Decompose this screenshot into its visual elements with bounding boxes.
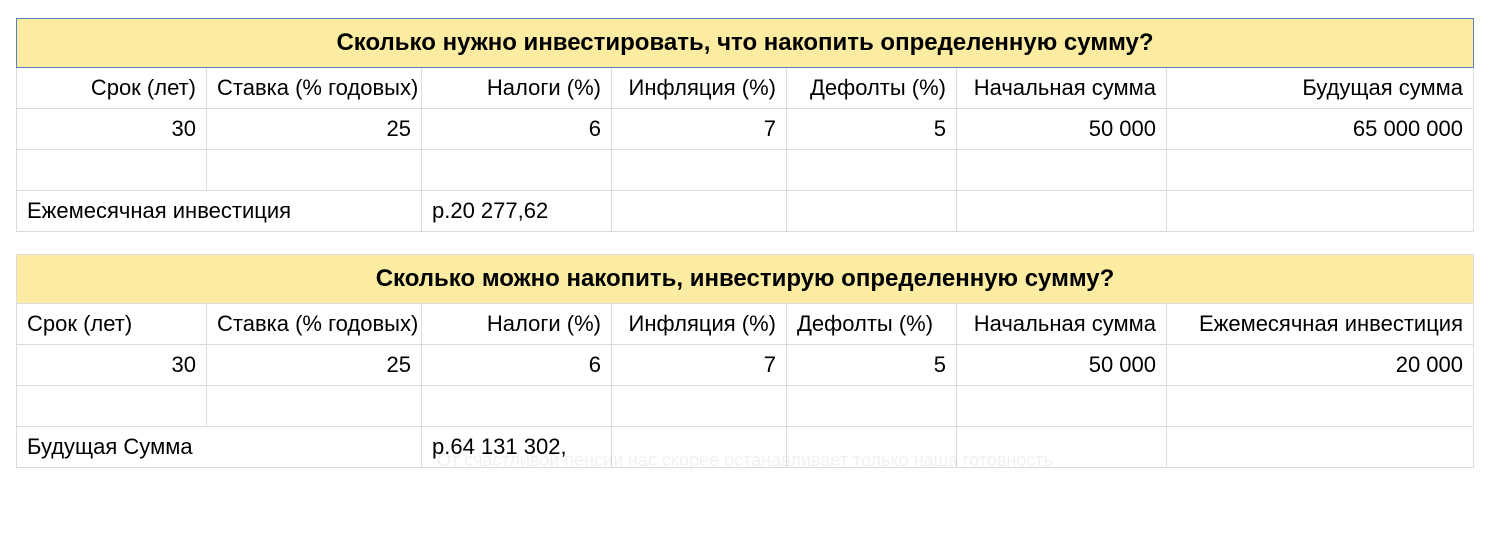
- empty-cell[interactable]: [17, 150, 207, 191]
- table-row: Ежемесячная инвестиция р.20 277,62: [17, 191, 1474, 232]
- spreadsheet-area: Сколько нужно инвестировать, что накопит…: [0, 0, 1490, 481]
- value-tax[interactable]: 6: [422, 109, 612, 150]
- header-initial: Начальная сумма: [957, 68, 1167, 109]
- empty-cell[interactable]: [1167, 427, 1474, 468]
- header-inflation: Инфляция (%): [612, 68, 787, 109]
- value-inflation[interactable]: 7: [612, 109, 787, 150]
- result-label: Будущая Сумма: [17, 427, 422, 468]
- header-term: Срок (лет): [17, 304, 207, 345]
- header-inflation: Инфляция (%): [612, 304, 787, 345]
- header-monthly: Ежемесячная инвестиция: [1167, 304, 1474, 345]
- empty-cell[interactable]: [957, 191, 1167, 232]
- empty-cell[interactable]: [787, 150, 957, 191]
- table-row: Будущая Сумма р.64 131 302,: [17, 427, 1474, 468]
- table-row: [17, 150, 1474, 191]
- empty-cell[interactable]: [422, 150, 612, 191]
- empty-cell[interactable]: [612, 427, 787, 468]
- table-accumulate: Сколько можно накопить, инвестирую опред…: [16, 254, 1474, 468]
- header-tax: Налоги (%): [422, 68, 612, 109]
- empty-cell[interactable]: [787, 427, 957, 468]
- empty-cell[interactable]: [207, 386, 422, 427]
- empty-cell[interactable]: [207, 150, 422, 191]
- section-title: Сколько можно накопить, инвестирую опред…: [17, 255, 1474, 304]
- table-row: Срок (лет) Ставка (% годовых) Налоги (%)…: [17, 68, 1474, 109]
- value-initial[interactable]: 50 000: [957, 109, 1167, 150]
- result-value: р.20 277,62: [422, 191, 612, 232]
- header-term: Срок (лет): [17, 68, 207, 109]
- empty-cell[interactable]: [957, 150, 1167, 191]
- value-initial[interactable]: 50 000: [957, 345, 1167, 386]
- section-title: Сколько нужно инвестировать, что накопит…: [17, 19, 1474, 68]
- table-row: Срок (лет) Ставка (% годовых) Налоги (%)…: [17, 304, 1474, 345]
- header-defaults: Дефолты (%): [787, 304, 957, 345]
- header-initial: Начальная сумма: [957, 304, 1167, 345]
- value-defaults[interactable]: 5: [787, 109, 957, 150]
- value-future[interactable]: 65 000 000: [1167, 109, 1474, 150]
- result-label: Ежемесячная инвестиция: [17, 191, 422, 232]
- empty-cell[interactable]: [957, 427, 1167, 468]
- result-value: р.64 131 302,: [422, 427, 612, 468]
- empty-cell[interactable]: [787, 386, 957, 427]
- empty-cell[interactable]: [1167, 150, 1474, 191]
- value-term[interactable]: 30: [17, 345, 207, 386]
- header-defaults: Дефолты (%): [787, 68, 957, 109]
- empty-cell[interactable]: [1167, 191, 1474, 232]
- empty-cell[interactable]: [422, 386, 612, 427]
- value-rate[interactable]: 25: [207, 345, 422, 386]
- table-row: Сколько нужно инвестировать, что накопит…: [17, 19, 1474, 68]
- header-rate: Ставка (% годовых): [207, 68, 422, 109]
- empty-cell[interactable]: [17, 386, 207, 427]
- empty-cell[interactable]: [787, 191, 957, 232]
- value-defaults[interactable]: 5: [787, 345, 957, 386]
- header-tax: Налоги (%): [422, 304, 612, 345]
- table-row: 30 25 6 7 5 50 000 20 000: [17, 345, 1474, 386]
- value-rate[interactable]: 25: [207, 109, 422, 150]
- value-term[interactable]: 30: [17, 109, 207, 150]
- value-inflation[interactable]: 7: [612, 345, 787, 386]
- table-row: [17, 386, 1474, 427]
- value-tax[interactable]: 6: [422, 345, 612, 386]
- table-invest-required: Сколько нужно инвестировать, что накопит…: [16, 18, 1474, 232]
- table-row: Сколько можно накопить, инвестирую опред…: [17, 255, 1474, 304]
- empty-cell[interactable]: [612, 150, 787, 191]
- empty-cell[interactable]: [612, 386, 787, 427]
- value-monthly[interactable]: 20 000: [1167, 345, 1474, 386]
- empty-cell[interactable]: [1167, 386, 1474, 427]
- header-rate: Ставка (% годовых): [207, 304, 422, 345]
- header-future: Будущая сумма: [1167, 68, 1474, 109]
- empty-cell[interactable]: [612, 191, 787, 232]
- empty-cell[interactable]: [957, 386, 1167, 427]
- table-row: 30 25 6 7 5 50 000 65 000 000: [17, 109, 1474, 150]
